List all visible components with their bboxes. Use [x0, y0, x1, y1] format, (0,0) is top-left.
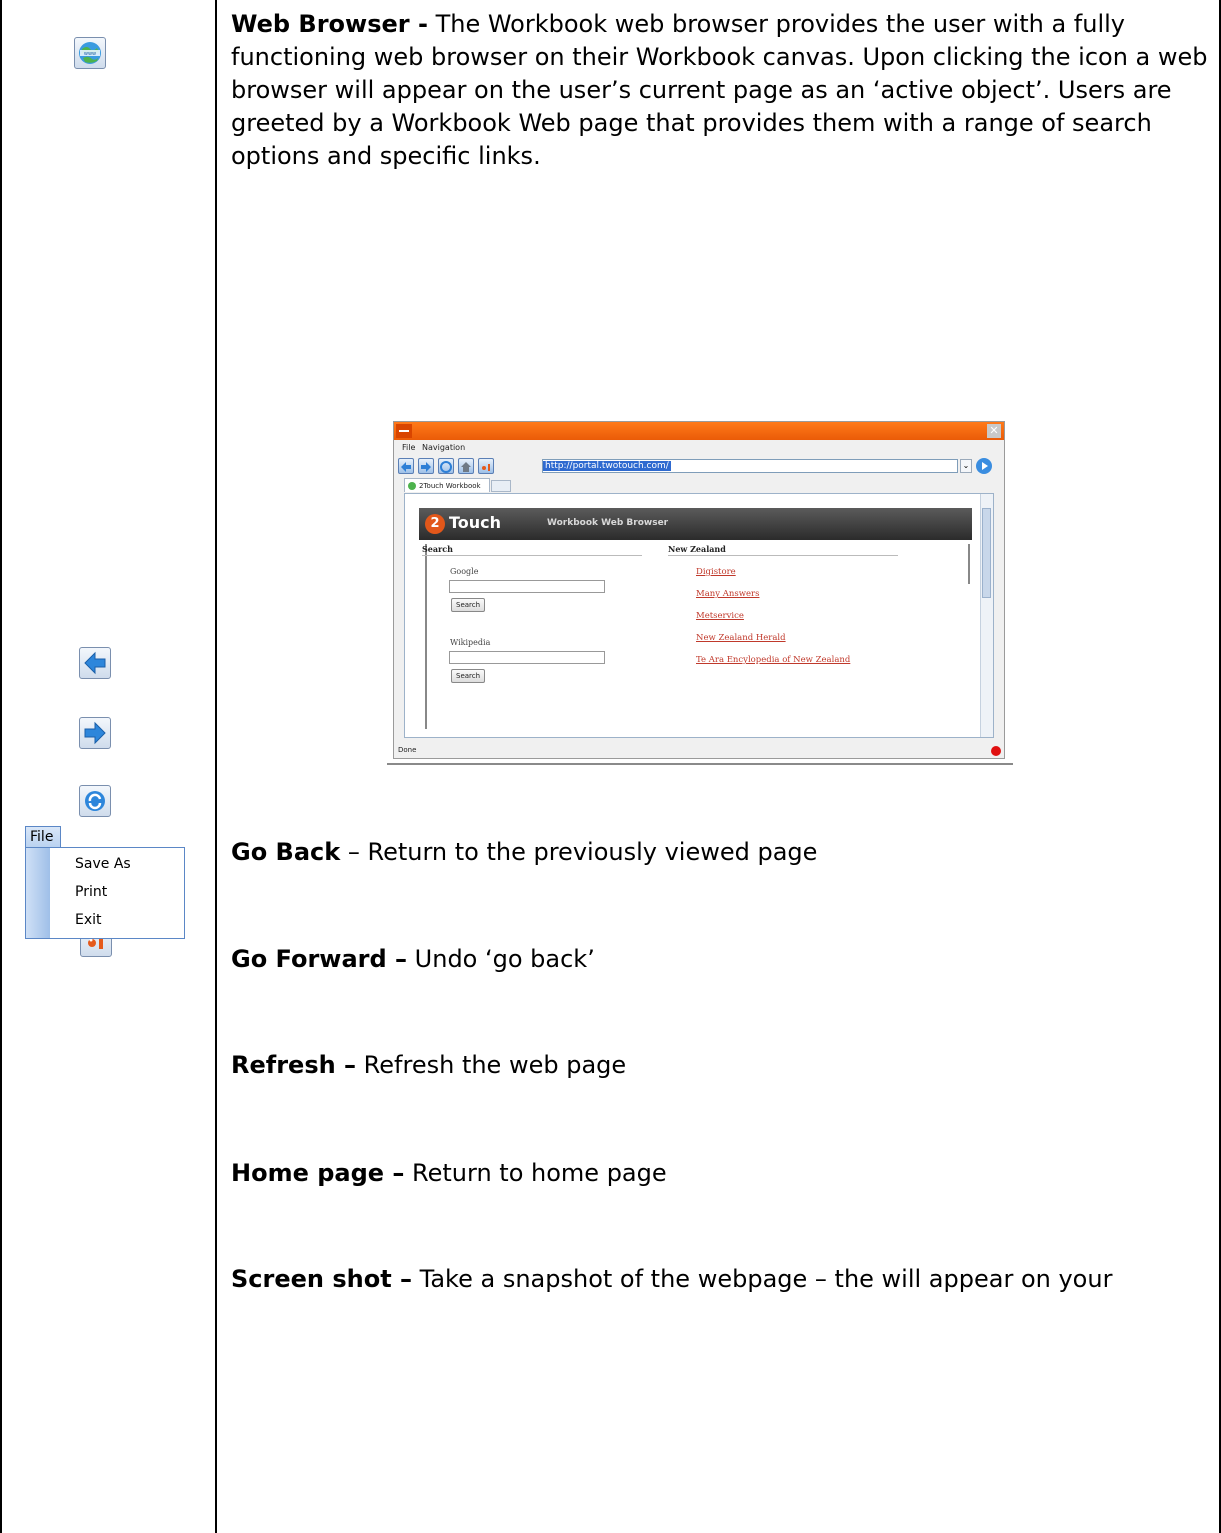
- browser-menu-bar: File Navigation: [394, 441, 1004, 455]
- browser-tab-row: 2Touch Workbook Portal: [394, 477, 1004, 504]
- google-input: [449, 580, 605, 593]
- forward-arrow-icon: [79, 717, 111, 749]
- desc-term: Home page –: [231, 1159, 405, 1187]
- desc-text: – Return to the previously viewed page: [340, 838, 818, 866]
- desc-term: Go Back: [231, 838, 341, 866]
- desc-term: Go Forward –: [231, 945, 408, 973]
- vertical-scrollbar: [980, 494, 993, 737]
- browser-tab: 2Touch Workbook Portal: [404, 478, 490, 504]
- record-dot-icon: [991, 746, 1001, 756]
- menu-item-print: Print: [75, 884, 108, 900]
- table-column-divider: [215, 0, 217, 1533]
- file-menu: File Save As Print Exit: [25, 826, 185, 940]
- forward-arrow-icon: [418, 458, 434, 474]
- content-right-bar: [968, 544, 970, 584]
- screenshot-icon: [478, 458, 494, 474]
- wikipedia-input: [449, 651, 605, 664]
- file-menu-strip: [26, 848, 50, 938]
- menu-item-save-as: Save As: [75, 856, 131, 872]
- desc-text: Refresh the web page: [356, 1051, 627, 1079]
- intro-title: Web Browser -: [231, 10, 428, 38]
- refresh-icon: [79, 785, 111, 817]
- menu-item-exit: Exit: [75, 912, 102, 928]
- table-left-border: [0, 0, 2, 1533]
- url-dropdown-icon: ⌄: [960, 459, 972, 473]
- google-label: Google: [450, 567, 479, 576]
- minimize-icon: [396, 424, 412, 438]
- browser-titlebar: ✕: [394, 422, 1004, 440]
- link-te-ara: Te Ara Encylopedia of New Zealand: [696, 655, 851, 665]
- status-text: Done: [398, 746, 417, 754]
- back-arrow-icon: [398, 458, 414, 474]
- desc-text: Take a snapshot of the webpage – the wil…: [412, 1265, 1113, 1293]
- browser-content: 2 Touch Workbook Web Browser Search New …: [404, 493, 994, 738]
- home-icon: [458, 458, 474, 474]
- logo-number: 2: [425, 514, 445, 534]
- close-icon: ✕: [987, 424, 1001, 438]
- link-nz-herald: New Zealand Herald: [696, 633, 786, 643]
- search-heading-rule: [422, 555, 642, 556]
- search-heading: Search: [422, 544, 453, 554]
- desc-go-forward: Go Forward – Undo ‘go back’: [231, 944, 595, 974]
- link-digistore: Digistore: [696, 567, 736, 577]
- menu-navigation: Navigation: [422, 443, 466, 452]
- go-icon: [976, 458, 992, 474]
- wikipedia-label: Wikipedia: [450, 638, 491, 647]
- desc-term: Screen shot –: [231, 1265, 413, 1293]
- portal-header: 2 Touch Workbook Web Browser: [419, 508, 972, 540]
- desc-term: Refresh –: [231, 1051, 357, 1079]
- url-field: http://portal.twotouch.com/: [542, 459, 958, 473]
- link-many-answers: Many Answers: [696, 589, 760, 599]
- google-search-button: Search: [451, 598, 486, 612]
- desc-screen-shot: Screen shot – Take a snapshot of the web…: [231, 1264, 1112, 1294]
- link-metservice: Metservice: [696, 611, 744, 621]
- browser-statusbar: Done: [394, 744, 1004, 758]
- desc-refresh: Refresh – Refresh the web page: [231, 1050, 626, 1080]
- desc-home-page: Home page – Return to home page: [231, 1158, 667, 1188]
- intro-paragraph: Web Browser - The Workbook web browser p…: [231, 8, 1211, 173]
- nz-heading: New Zealand: [668, 544, 726, 554]
- menu-file: File: [402, 443, 416, 452]
- svg-text:www: www: [84, 51, 96, 57]
- back-arrow-icon: [79, 647, 111, 679]
- portal-title: Workbook Web Browser: [547, 518, 669, 528]
- desc-text: Undo ‘go back’: [407, 945, 595, 973]
- desc-go-back: Go Back – Return to the previously viewe…: [231, 837, 817, 867]
- browser-window: ✕ File Navigation http://portal.twotouch…: [393, 421, 1005, 759]
- file-menu-dropdown: Save As Print Exit: [25, 847, 185, 939]
- tab-globe-icon: [408, 482, 416, 490]
- refresh-icon: [438, 458, 454, 474]
- file-menu-tab: File: [25, 826, 61, 848]
- logo-text: Touch: [449, 513, 502, 532]
- browser-toolbar: http://portal.twotouch.com/ ⌄: [394, 455, 1004, 477]
- new-tab-icon: [491, 480, 511, 492]
- desc-text: Return to home page: [404, 1159, 667, 1187]
- wikipedia-search-button: Search: [451, 669, 486, 683]
- document-table: Web Browser - The Workbook web browser p…: [0, 0, 1221, 1533]
- nz-heading-rule: [668, 555, 898, 556]
- www-globe-icon: www: [74, 37, 106, 69]
- content-left-bar: [425, 544, 427, 729]
- browser-screenshot: ✕ File Navigation http://portal.twotouch…: [387, 421, 1013, 765]
